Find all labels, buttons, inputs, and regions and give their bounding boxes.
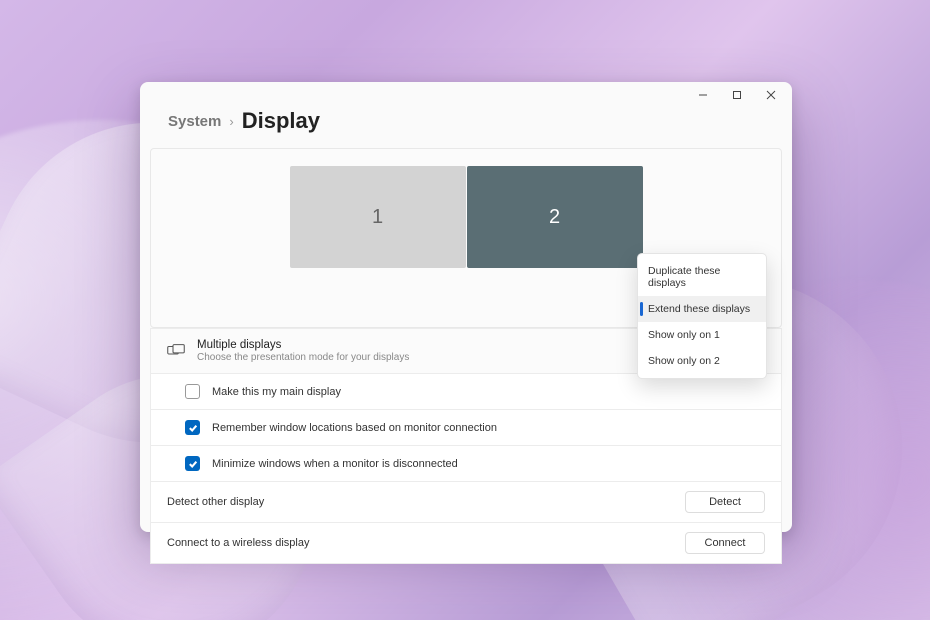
checkbox-remember[interactable] (185, 420, 200, 435)
option-minimize-row[interactable]: Minimize windows when a monitor is disco… (150, 446, 782, 482)
settings-window: System › Display 1 2 Identify Duplicate … (140, 82, 792, 532)
display-tile-label: 1 (372, 206, 383, 229)
row-label: Connect to a wireless display (167, 537, 309, 549)
option-label: Make this my main display (212, 386, 341, 398)
window-close-button[interactable] (754, 82, 788, 108)
connect-button[interactable]: Connect (685, 532, 765, 554)
detect-button[interactable]: Detect (685, 491, 765, 513)
multiple-displays-title: Multiple displays (197, 339, 409, 351)
mode-option-show-only-2[interactable]: Show only on 2 (638, 348, 766, 374)
checkbox-minimize[interactable] (185, 456, 200, 471)
breadcrumb: System › Display (140, 108, 792, 148)
window-minimize-button[interactable] (686, 82, 720, 108)
option-label: Minimize windows when a monitor is disco… (212, 458, 458, 470)
mode-option-show-only-1[interactable]: Show only on 1 (638, 322, 766, 348)
titlebar (140, 82, 792, 108)
display-tile-2[interactable]: 2 (467, 166, 643, 268)
multiple-displays-text: Multiple displays Choose the presentatio… (197, 339, 409, 363)
option-make-main-row[interactable]: Make this my main display (150, 374, 782, 410)
mode-option-duplicate[interactable]: Duplicate these displays (638, 258, 766, 296)
breadcrumb-parent[interactable]: System (168, 113, 221, 130)
page-title: Display (242, 108, 320, 134)
display-arrangement-card: 1 2 Identify Duplicate these displays Ex… (150, 148, 782, 328)
multiple-displays-subtitle: Choose the presentation mode for your di… (197, 352, 409, 363)
mode-option-extend[interactable]: Extend these displays (638, 296, 766, 322)
connect-wireless-display-row: Connect to a wireless display Connect (150, 523, 782, 564)
multiple-displays-icon (167, 344, 185, 358)
arrange-actions: Identify Duplicate these displays Extend… (171, 291, 761, 315)
content-area: 1 2 Identify Duplicate these displays Ex… (140, 148, 792, 574)
option-label: Remember window locations based on monit… (212, 422, 497, 434)
chevron-right-icon: › (229, 114, 233, 129)
checkbox-make-main[interactable] (185, 384, 200, 399)
detect-other-display-row: Detect other display Detect (150, 482, 782, 523)
window-maximize-button[interactable] (720, 82, 754, 108)
presentation-mode-menu: Duplicate these displays Extend these di… (637, 253, 767, 379)
display-tile-label: 2 (549, 206, 560, 229)
option-remember-row[interactable]: Remember window locations based on monit… (150, 410, 782, 446)
display-tile-1[interactable]: 1 (290, 166, 466, 268)
row-label: Detect other display (167, 496, 264, 508)
